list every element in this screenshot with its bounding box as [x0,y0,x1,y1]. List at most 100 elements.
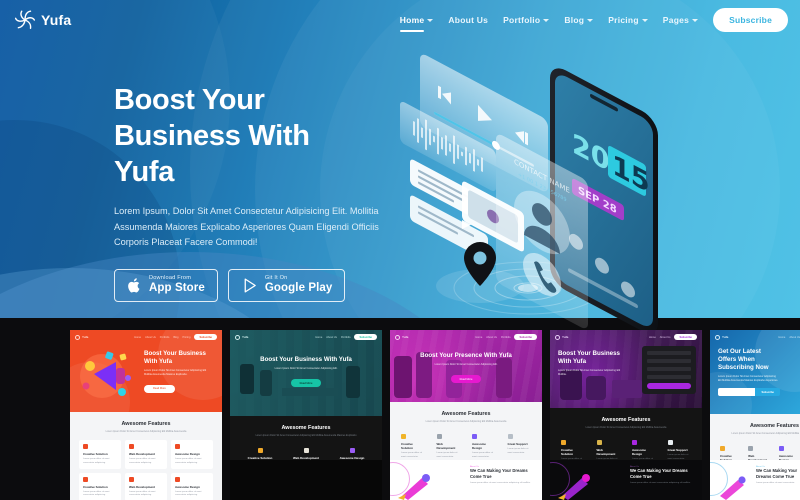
feature-icon [175,444,180,450]
thumb-feature-card[interactable]: Web Development Lorem ipsum dolor sit am… [125,472,167,500]
main-navigation: Home About Us Portfolio Blog Pricing Pag… [399,8,788,32]
swirl-logo-icon [235,334,240,340]
hero-title: Boost Your Business With Yufa [114,82,414,190]
chevron-down-icon [543,19,550,22]
thumb-logo: Yufa [555,334,569,340]
feature-icon [561,440,566,446]
thumb-subscribe-pill[interactable]: Subscribe [354,334,377,340]
thumb-signup-form[interactable] [642,346,696,394]
feature-icon [667,440,673,446]
thumb-feature-card[interactable]: Awesome Design Lorem ipsum dolor sit ame… [171,472,213,500]
nav-item-home[interactable]: Home [399,15,434,32]
nav-label: About Us [448,15,489,25]
template-thumbnail-dark-purple[interactable]: Yufa Home About Us Subscribe Boost Your … [550,330,702,500]
thumb-logo: Yufa [395,334,409,340]
thumb-hero-text: Lorem Ipsum Dolor Sit Amet Consectetur A… [558,369,621,376]
nav-item-blog[interactable]: Blog [564,15,594,25]
thumb-input-subscribe-button[interactable]: Subscribe [755,388,780,397]
feature-icon [632,440,637,446]
thumb-hero-text: Lorem Ipsum Dolor Sit Amet Consectetur A… [144,369,207,376]
swirl-logo-icon [715,334,720,340]
thumb-hero-title: Boost Your Business With Yufa [260,356,352,363]
swirl-logo-icon [14,10,36,29]
nav-item-about-us[interactable]: About Us [448,15,488,25]
feature-icon [83,444,88,450]
thumb-subscribe-pill[interactable]: Subscribe [674,334,697,340]
hero-title-line-1: Boost Your [114,84,265,116]
thumb-brand: Yufa [242,335,249,339]
hero-store-buttons: Download From App Store Git It On Google… [114,268,414,302]
thumb-bottom-section [230,460,382,500]
thumb-section-title: Awesome Features [749,423,799,429]
thumb-section-title: Awesome Features [281,425,331,431]
thumb-hero-button[interactable]: Read More [144,384,175,393]
app-store-big-label: App Store [149,282,205,295]
thumb-bottom-section: About Us We Can Making Your Dreams Come … [710,460,800,500]
nav-item-portfolio[interactable]: Portfolio [503,15,550,25]
swirl-logo-icon [75,334,80,340]
template-thumbnail-dark-teal[interactable]: Yufa Home About Us Portfolio Subscribe B… [230,330,382,500]
hero-illustration: 20 15 SEP 28 CONTACT NAME +1 00 1 23 456… [400,54,658,330]
thumb-brand: Yufa [722,335,729,339]
feature-icon [257,448,263,454]
google-play-button[interactable]: Git It On Google Play [227,268,346,302]
thumb-brand: Yufa [82,335,89,339]
template-thumbnail-magenta[interactable]: Yufa Home About Us Portfolio Subscribe B… [390,330,542,500]
thumb-logo: Yufa [715,334,729,340]
thumb-hero-button[interactable]: Read More [290,379,322,388]
subscribe-button[interactable]: Subscribe [713,8,788,32]
thumb-hero-button[interactable]: Read More [450,375,482,384]
thumb-section-sub: Lorem Ipsum Dolor Sit Amet Consectetur A… [425,420,507,423]
hero-title-line-3: Yufa [114,156,175,188]
nav-label: Home [399,15,425,25]
thumb-feature-card[interactable]: Great Support Lorem ipsum dolor sit amet… [504,430,536,462]
nav-item-pricing[interactable]: Pricing [608,15,648,25]
email-input[interactable] [718,388,756,397]
thumb-bottom-section: About Us We Can Making Your Dreams Come … [390,460,542,500]
thumb-nav: Home About Us Portfolio Subscribe [475,334,537,340]
thumb-feature-card[interactable]: Creative Solution Lorem ipsum dolor sit … [79,472,121,500]
template-thumbnail-blue-subscribe[interactable]: Yufa Home About Us Get Our Latest Offers… [710,330,800,500]
swirl-logo-icon [555,334,560,340]
feature-icon [507,434,513,440]
thumb-subscribe-input-group[interactable]: Subscribe [718,388,780,397]
thumb-nav: Home About Us Portfolio Blog Pricing Sub… [134,334,217,340]
chevron-down-icon [587,19,594,22]
hero-copy: Boost Your Business With Yufa Lorem Ipsu… [114,82,414,302]
google-play-big-label: Google Play [264,282,333,295]
app-store-button[interactable]: Download From App Store [114,268,218,302]
template-thumbnail-orange[interactable]: Yufa Home About Us Portfolio Blog Pricin… [70,330,222,500]
brand-logo[interactable]: Yufa [14,9,71,31]
thumb-subscribe-pill[interactable]: Subscribe [514,334,537,340]
megaphone-illustration [80,351,131,398]
thumb-feature-card[interactable]: Awesome Design Lorem ipsum dolor sit ame… [171,440,213,469]
thumb-hero-title: Get Our Latest Offers When Subscribing N… [718,348,769,371]
nav-label: Pages [662,15,690,25]
thumb-feature-card[interactable]: Web Development Lorem ipsum dolor sit am… [125,440,167,469]
thumb-section-sub: Lorem Ipsum Dolor Sit Amet Consectetur A… [585,426,667,429]
thumb-feature-card[interactable]: Creative Solution Lorem ipsum dolor sit … [397,430,429,462]
thumb-feature-card[interactable]: Awesome Design Lorem ipsum dolor sit ame… [468,430,500,462]
thumb-hero-text: Lorem Ipsum Dolor Sit Amet Consectetur A… [434,363,498,366]
thumb-nav: Home About Us Portfolio Subscribe [315,334,377,340]
feature-icon [129,444,134,450]
google-play-icon [244,278,256,293]
thumb-feature-card[interactable]: Creative Solution Lorem ipsum dolor sit … [79,440,121,469]
thumb-brand: Yufa [402,335,409,339]
thumb-subscribe-pill[interactable]: Subscribe [194,334,217,340]
page-root: 20 15 SEP 28 CONTACT NAME +1 00 1 23 456… [0,0,800,500]
app-store-small-label: Download From [149,274,192,281]
thumb-brand: Yufa [562,335,569,339]
thumb-section-title: Awesome Features [121,421,171,427]
thumb-hero-text: Lorem Ipsum Dolor Sit Amet Consectetur A… [274,367,338,370]
brand-name: Yufa [41,12,72,28]
feature-icon [83,476,88,482]
feature-icon [349,448,355,454]
feature-icon [778,446,784,452]
thumb-logo: Yufa [75,334,89,340]
thumb-feature-card[interactable]: Web Development Lorem ipsum dolor sit am… [433,430,465,462]
thumb-bottom-section: About Us We Can Making Your Dreams Come … [550,460,702,500]
app-store-labels: Download From App Store [149,274,205,295]
template-gallery: Yufa Home About Us Portfolio Blog Pricin… [70,330,800,500]
nav-item-pages[interactable]: Pages [662,15,699,25]
